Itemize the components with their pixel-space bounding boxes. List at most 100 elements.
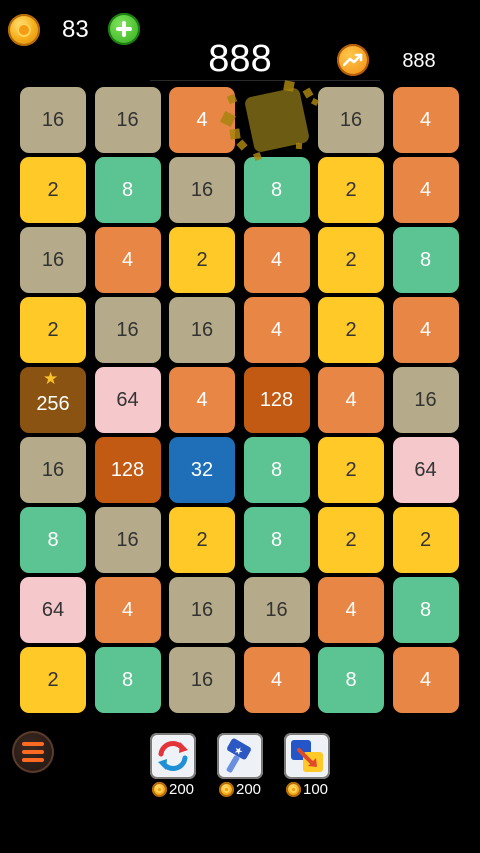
- tile[interactable]: 16: [94, 507, 161, 573]
- tile-value: 2: [47, 668, 59, 691]
- tile-value: 128: [110, 458, 145, 481]
- hammer-price: 200: [219, 781, 261, 798]
- tile-value: 16: [190, 598, 214, 621]
- tile[interactable]: ★ 256: [20, 367, 86, 433]
- tile[interactable]: 2: [169, 507, 235, 573]
- tile-value: 16: [116, 108, 139, 131]
- current-score: 888: [208, 38, 272, 80]
- tile-value: 2: [47, 178, 59, 201]
- tile[interactable]: 4: [318, 367, 384, 433]
- trend-up-icon: [337, 44, 369, 76]
- tile-fragment: [228, 128, 241, 140]
- tile[interactable]: 16: [20, 227, 86, 293]
- tile[interactable]: 128: [243, 367, 310, 433]
- tile-value: 4: [196, 108, 208, 131]
- tile[interactable]: 16: [243, 577, 310, 643]
- tile[interactable]: 4: [94, 577, 161, 643]
- tile-value: 64: [116, 388, 139, 411]
- tile[interactable]: 8: [94, 157, 161, 223]
- swap-icon: [287, 736, 327, 776]
- tile[interactable]: 8: [243, 507, 310, 573]
- tile-fragment: [235, 139, 248, 151]
- tile[interactable]: 64: [392, 437, 459, 503]
- tile[interactable]: 16: [20, 437, 86, 503]
- coin-icon: [8, 14, 40, 46]
- tile[interactable]: 16: [169, 577, 235, 643]
- tile[interactable]: 16: [169, 297, 235, 363]
- tile-value: 8: [419, 248, 432, 271]
- tile-value: 16: [41, 248, 65, 271]
- tile-fragment: [302, 87, 313, 99]
- tile[interactable]: 4: [392, 297, 459, 363]
- tile[interactable]: 4: [392, 157, 459, 223]
- tile[interactable]: 2: [318, 507, 384, 573]
- tile-value: 8: [270, 458, 283, 481]
- tile-value: 4: [419, 318, 432, 341]
- tile[interactable]: 8: [318, 647, 384, 713]
- tile-value: 64: [414, 458, 437, 481]
- tile[interactable]: 16: [392, 367, 459, 433]
- coin-count: 83: [62, 16, 89, 43]
- tile[interactable]: 4: [243, 297, 310, 363]
- tile[interactable]: 128: [94, 437, 161, 503]
- tile-value: 4: [419, 178, 432, 201]
- tile[interactable]: 4: [243, 227, 310, 293]
- score-divider: [150, 80, 380, 81]
- tile[interactable]: 8: [392, 227, 459, 293]
- tile[interactable]: 8: [392, 577, 459, 643]
- coin-icon: [219, 782, 234, 797]
- tile[interactable]: 64: [94, 367, 161, 433]
- tile[interactable]: 8: [243, 437, 310, 503]
- tile-value: 16: [116, 318, 139, 341]
- tile-value: 2: [345, 318, 357, 341]
- tile[interactable]: 4: [169, 367, 235, 433]
- tile[interactable]: 2: [20, 297, 86, 363]
- tile[interactable]: 4: [243, 647, 310, 713]
- tile-value: 4: [270, 668, 283, 691]
- tile[interactable]: 2: [318, 157, 384, 223]
- tile-value: 4: [270, 248, 283, 271]
- tile-fragment: [295, 142, 302, 150]
- tile-value: 8: [121, 178, 134, 201]
- tile[interactable]: 2: [169, 227, 235, 293]
- tile[interactable]: 2: [318, 437, 384, 503]
- menu-button[interactable]: [12, 731, 54, 773]
- tile-value: 2: [196, 248, 208, 271]
- tile[interactable]: 16: [94, 297, 161, 363]
- swap-button[interactable]: [284, 733, 330, 779]
- tile[interactable]: 16: [20, 87, 86, 153]
- shuffle-icon: [153, 736, 193, 776]
- hammer-price-value: 200: [236, 781, 262, 798]
- tile[interactable]: 2: [20, 157, 86, 223]
- hammer-button[interactable]: ★: [217, 733, 263, 779]
- tile[interactable]: 4: [318, 577, 384, 643]
- tile[interactable]: 2: [20, 647, 86, 713]
- tile[interactable]: 16: [169, 157, 235, 223]
- shuffle-button[interactable]: [150, 733, 196, 779]
- tile-fragment: [282, 80, 295, 92]
- tile[interactable]: 4: [392, 87, 459, 153]
- tile[interactable]: 2: [392, 507, 459, 573]
- add-coins-button[interactable]: [108, 13, 140, 45]
- tile-value: 128: [259, 388, 294, 411]
- tile[interactable]: 4: [94, 227, 161, 293]
- swap-price: 100: [286, 781, 328, 798]
- tile-value: 4: [419, 668, 432, 691]
- tile[interactable]: 2: [318, 227, 384, 293]
- tile[interactable]: 4: [392, 647, 459, 713]
- tile[interactable]: 64: [20, 577, 86, 643]
- tile[interactable]: 2: [318, 297, 384, 363]
- tile[interactable]: 32: [169, 437, 235, 503]
- tile-value: 2: [345, 528, 357, 551]
- tile-value: 16: [190, 668, 214, 691]
- tile-value: 32: [190, 458, 214, 481]
- tile[interactable]: 16: [318, 87, 384, 153]
- tile[interactable]: 16: [94, 87, 161, 153]
- tile-value: 2: [196, 528, 208, 551]
- game-board[interactable]: 16 16 4 16 4 2 8 16 8 2 4 16 4 2 4 2 8 2 16 16 4 2 4 ★ 256 64 4 128…: [17, 80, 464, 716]
- swap-price-value: 100: [303, 781, 329, 798]
- tile[interactable]: 8: [20, 507, 86, 573]
- tile[interactable]: 8: [94, 647, 161, 713]
- tile[interactable]: 8: [243, 157, 310, 223]
- tile[interactable]: 16: [169, 647, 235, 713]
